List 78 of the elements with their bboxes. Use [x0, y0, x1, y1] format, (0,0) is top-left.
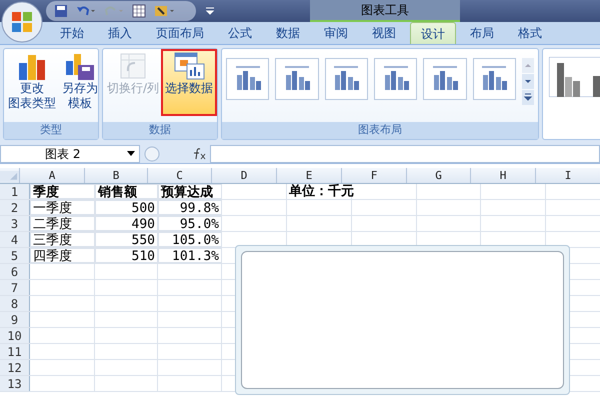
table-cell: 490 — [95, 216, 158, 231]
scroll-down-icon — [522, 74, 534, 89]
table-cell: 99.8% — [158, 200, 222, 215]
column-header[interactable]: C — [147, 168, 211, 183]
row-header[interactable]: 4 — [0, 232, 30, 247]
row-header[interactable]: 3 — [0, 216, 30, 231]
column-header[interactable]: I — [535, 168, 600, 183]
group-label: 数据 — [149, 122, 171, 138]
change-chart-type-button[interactable]: 更改 图表类型 — [6, 51, 58, 114]
tools-icon — [154, 4, 176, 18]
chart-layout-thumbnail[interactable] — [472, 58, 516, 100]
ribbon-tab[interactable]: 视图 — [362, 22, 406, 44]
column-header[interactable]: H — [470, 168, 535, 183]
chart-layout-thumbnail[interactable] — [423, 58, 467, 100]
group-label: 图表布局 — [358, 122, 402, 138]
table-cell: 单位：千元 — [287, 184, 352, 199]
row-header[interactable]: 6 — [0, 264, 30, 279]
table-cell: 550 — [95, 232, 158, 247]
row-header[interactable]: 13 — [0, 376, 30, 391]
ribbon-tab[interactable]: 开始 — [50, 22, 94, 44]
chart-disk-icon — [64, 51, 96, 81]
save-icon — [54, 4, 68, 18]
ribbon-tab[interactable]: 插入 — [98, 22, 142, 44]
column-header[interactable]: F — [341, 168, 406, 183]
row-header[interactable]: 10 — [0, 328, 30, 343]
circle-handle-icon — [144, 146, 160, 162]
table-cell: 预算达成 — [158, 184, 222, 199]
row-header[interactable]: 12 — [0, 360, 30, 375]
select-data-button[interactable]: 选择数据 — [163, 51, 216, 114]
table-cell: 二季度 — [30, 216, 95, 231]
table-cell: 95.0% — [158, 216, 222, 231]
sheet-icon — [132, 4, 146, 18]
table-cell: 105.0% — [158, 232, 222, 247]
column-header[interactable]: E — [276, 168, 341, 183]
redo-icon — [104, 4, 124, 18]
function-icon — [192, 148, 206, 160]
table-cell: 510 — [95, 248, 158, 263]
table-cell: 一季度 — [30, 200, 95, 215]
name-box[interactable]: 图表 2 — [0, 144, 140, 162]
column-header[interactable]: G — [406, 168, 470, 183]
row-header[interactable]: 2 — [0, 200, 30, 215]
chart-layout-thumbnail[interactable] — [324, 58, 368, 100]
row-header[interactable]: 5 — [0, 248, 30, 263]
undo-icon — [76, 4, 96, 18]
column-header[interactable]: A — [19, 168, 84, 183]
ribbon-tab[interactable]: 公式 — [218, 22, 262, 44]
row-header[interactable]: 8 — [0, 296, 30, 311]
more-icon — [522, 90, 534, 105]
group-label: 类型 — [40, 122, 62, 138]
table-cell: 四季度 — [30, 248, 95, 263]
ribbon-tab[interactable]: 设计 — [410, 22, 456, 44]
chart-layout-thumbnail[interactable] — [374, 58, 418, 100]
table-cell: 三季度 — [30, 232, 95, 247]
dropdown-caret-icon — [127, 150, 135, 156]
table-cell: 101.3% — [158, 248, 222, 263]
table-cell: 500 — [95, 200, 158, 215]
ribbon-tab[interactable]: 审阅 — [314, 22, 358, 44]
column-header[interactable]: D — [211, 168, 276, 183]
row-header[interactable]: 9 — [0, 312, 30, 327]
row-header[interactable]: 1 — [0, 184, 30, 199]
insert-function-button[interactable] — [192, 148, 206, 160]
row-header[interactable]: 7 — [0, 280, 30, 295]
ribbon-tab[interactable]: 页面布局 — [146, 22, 214, 44]
ribbon-tab[interactable]: 布局 — [460, 22, 504, 44]
table-cell: 季度 — [30, 184, 95, 199]
table-cell: 销售额 — [95, 184, 158, 199]
formula-input-field[interactable] — [210, 144, 600, 162]
chart-layout-thumbnail[interactable] — [226, 58, 270, 100]
column-header[interactable]: B — [84, 168, 147, 183]
scroll-up-icon — [522, 58, 534, 73]
save-as-template-button[interactable]: 另存为 模板 — [60, 51, 100, 114]
table-chart-icon — [172, 51, 206, 81]
ribbon-tab[interactable]: 格式 — [508, 22, 552, 44]
row-header[interactable]: 11 — [0, 344, 30, 359]
chart-layout-thumbnail[interactable] — [275, 58, 319, 100]
customize-caret-icon — [205, 6, 215, 16]
ribbon-tab[interactable]: 数据 — [266, 22, 310, 44]
context-title: 图表工具 — [361, 2, 409, 19]
